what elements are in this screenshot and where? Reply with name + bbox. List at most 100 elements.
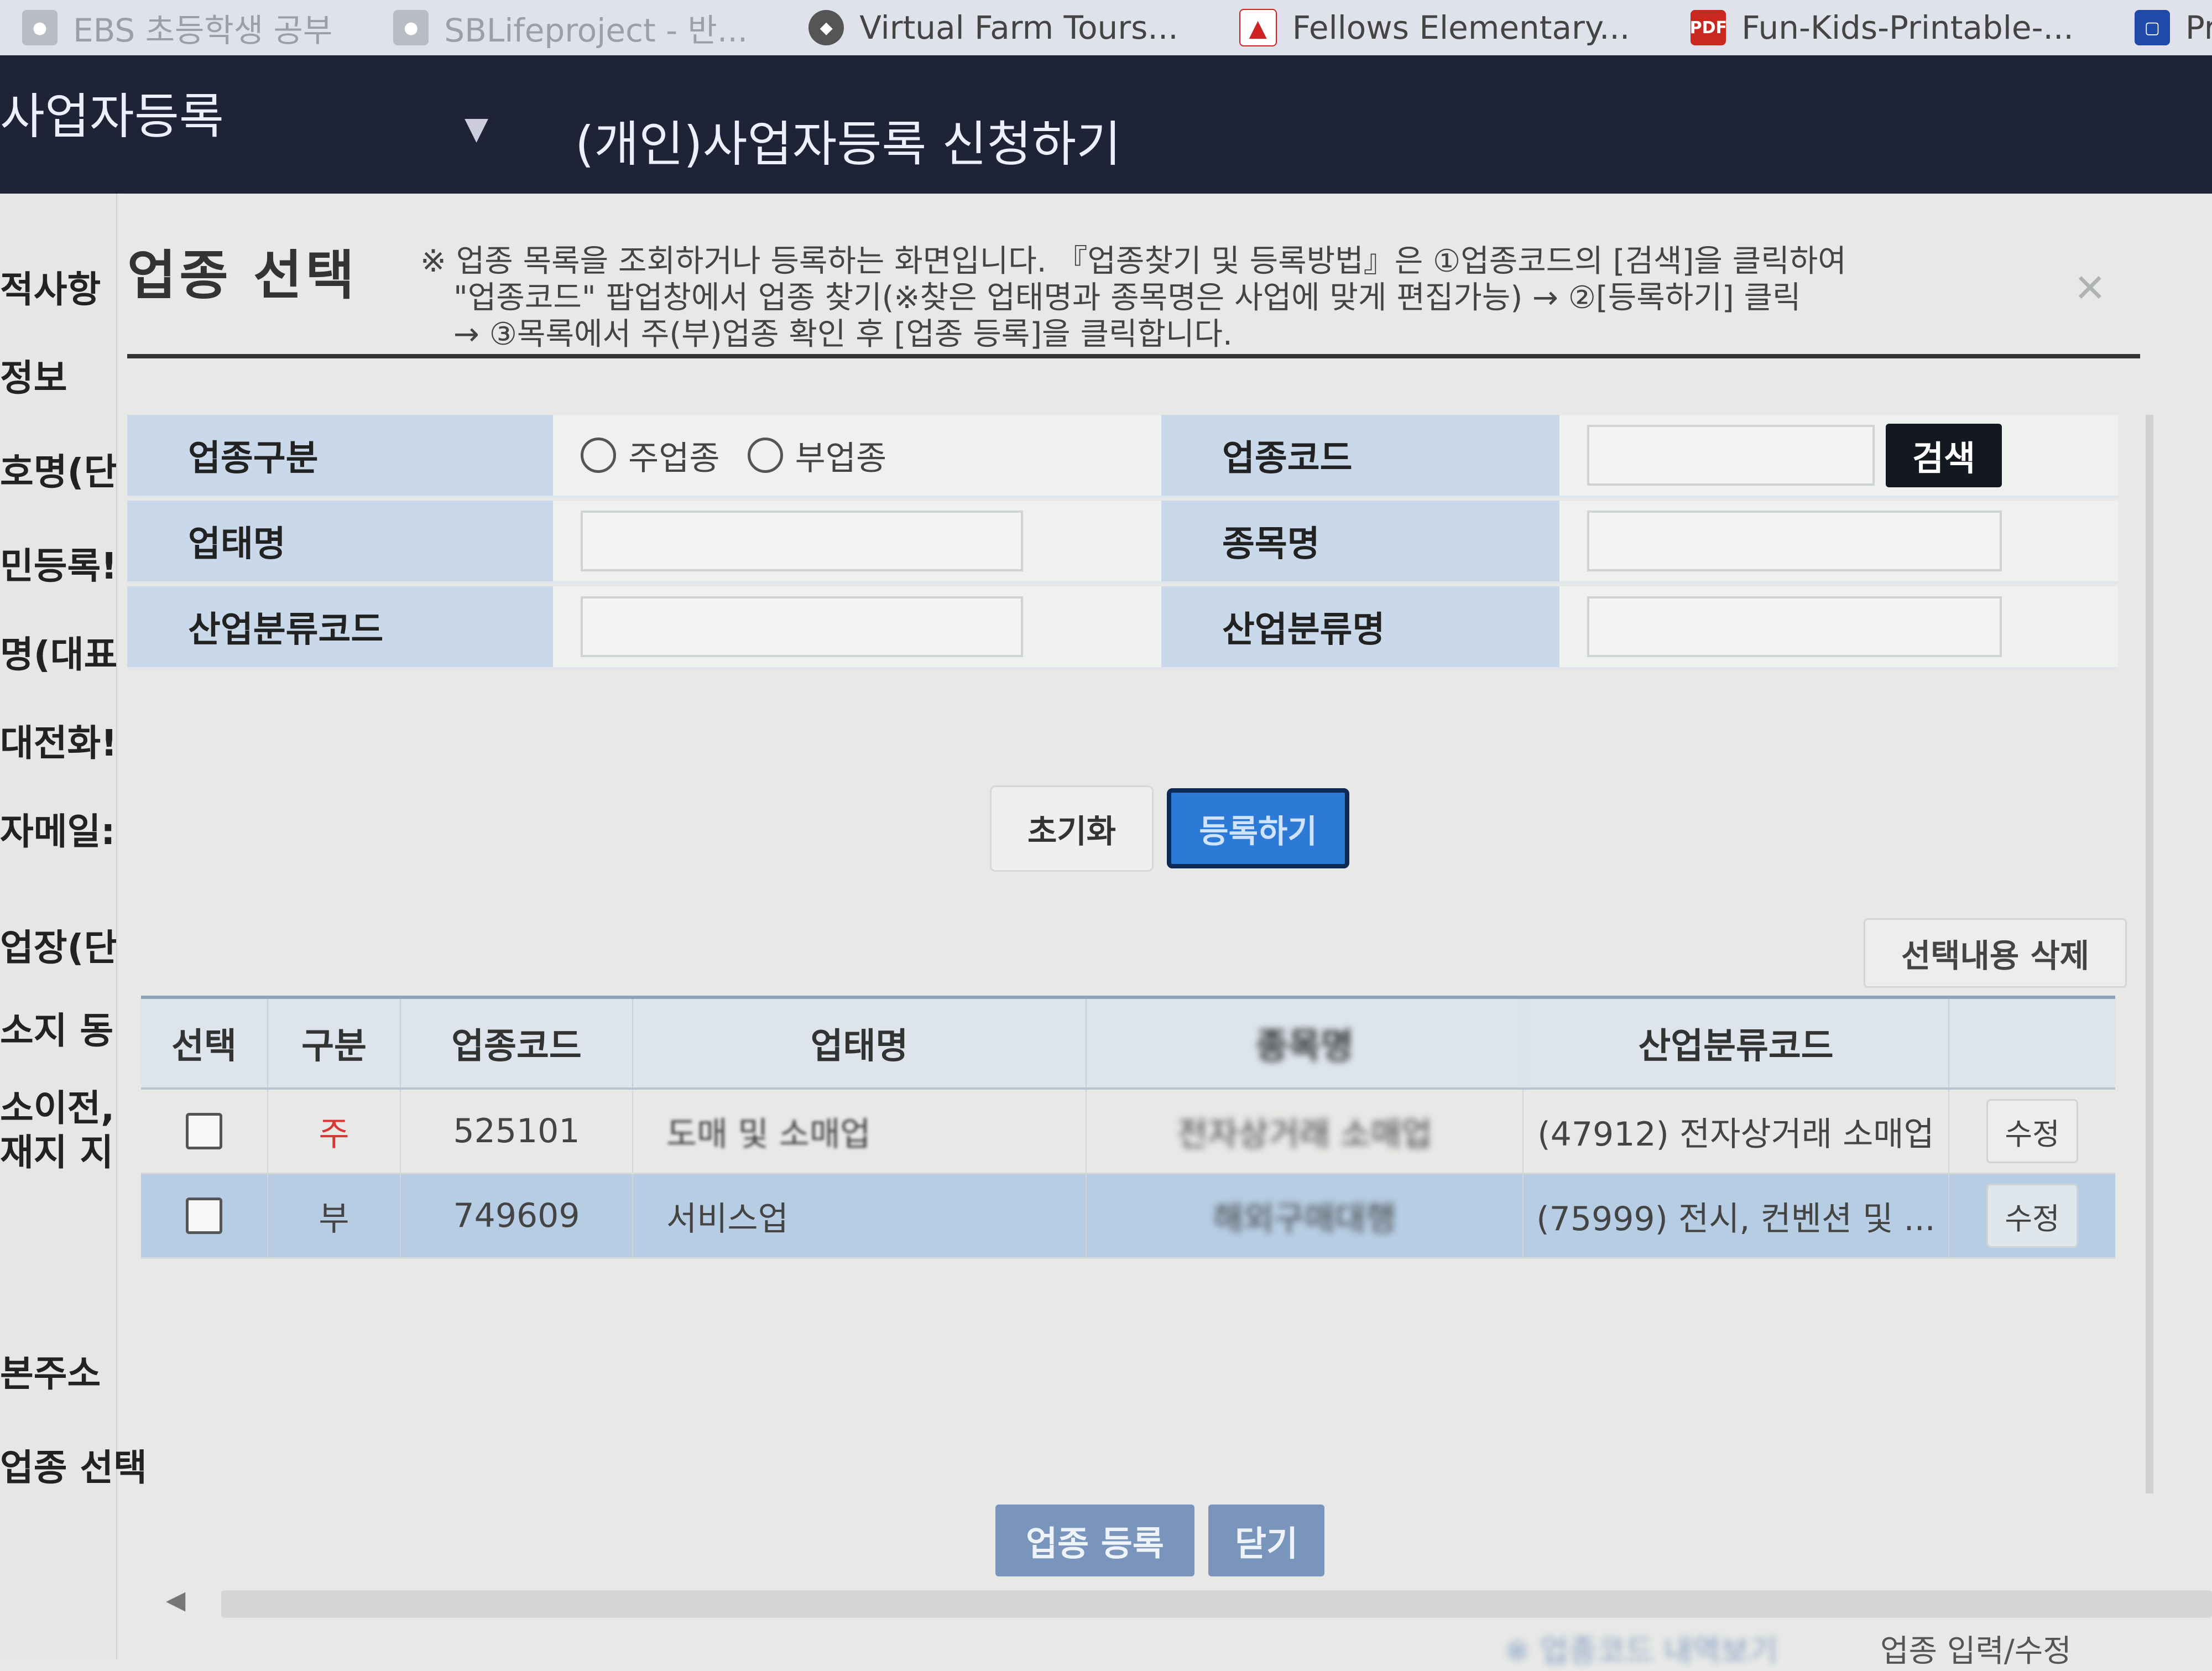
dialog-instructions: ※ 업종 목록을 조회하거나 등록하는 화면입니다. 『업종찾기 및 등록방법』… (420, 243, 1846, 353)
note-line: ※ 업종 목록을 조회하거나 등록하는 화면입니다. 『업종찾기 및 등록방법』… (420, 243, 1846, 279)
bookmark-2[interactable]: ● SBLifeproject - 반... (393, 4, 748, 51)
search-button[interactable]: 검색 (1886, 423, 2002, 487)
industry-form: 업종구분 주업종 부업종 업종코드 검색 업태명 종목명 산업분류코드 산업분류… (127, 415, 2118, 669)
industry-select-dialog: 업종 선택 ※ 업종 목록을 조회하거나 등록하는 화면입니다. 『업종찾기 및… (122, 194, 2212, 1669)
business-type-input[interactable] (581, 511, 1023, 571)
leftnav-item: 자메일: (0, 810, 116, 853)
globe-icon: ● (22, 10, 58, 45)
close-icon[interactable]: ✕ (2074, 266, 2106, 311)
col-edit (1949, 999, 2115, 1087)
radio-sub-type[interactable]: 부업종 (747, 431, 886, 480)
globe-icon: ● (393, 10, 429, 45)
reset-button[interactable]: 초기화 (990, 785, 1154, 872)
industry-code-cell (553, 586, 1161, 669)
row-business-text: 도매 및 소매업 (666, 1115, 871, 1154)
pdf-icon: PDF (1690, 10, 1727, 45)
industry-table: 선택 구분 업종코드 업태명 종목명 산업분류코드 주 525101 도매 및 … (141, 996, 2115, 1259)
bookmark-5[interactable]: PDF Fun-Kids-Printable-... (1690, 9, 2074, 46)
edit-button[interactable]: 수정 (1986, 1184, 2078, 1248)
row-select-cell (141, 1174, 268, 1257)
scroll-left-icon[interactable]: ◀ (166, 1585, 185, 1615)
row-type: 부 (268, 1174, 401, 1257)
row-item-text: 전자상거래 소매업 (1177, 1115, 1432, 1154)
triangle-logo-icon: ▲ (1239, 9, 1277, 46)
col-item: 종목명 (1087, 999, 1524, 1087)
dialog-title: 업종 선택 (127, 244, 358, 306)
industry-code-label: 산업분류코드 (127, 586, 553, 669)
register-button[interactable]: 등록하기 (1167, 788, 1349, 868)
leftnav-item: 호명(단 (0, 451, 117, 493)
horizontal-scrollbar[interactable]: ◀ (166, 1585, 2212, 1618)
leftnav-item: 업장(단) (0, 926, 117, 969)
edit-button[interactable]: 수정 (1986, 1099, 2078, 1163)
bookmark-label: Virtual Farm Tours... (859, 9, 1178, 46)
row-industry: (75999) 전시, 컨벤션 및 ... (1524, 1174, 1949, 1257)
radio-circle[interactable] (747, 438, 783, 473)
industry-code-input[interactable] (581, 596, 1023, 657)
bookmark-label: Fun-Kids-Printable-... (1741, 9, 2074, 46)
row-code: 749609 (401, 1174, 633, 1257)
bookmark-label: Printab (2185, 9, 2212, 46)
code-label: 업종코드 (1161, 415, 1559, 498)
row-checkbox[interactable] (186, 1198, 222, 1234)
table-row[interactable]: 주 525101 도매 및 소매업 전자상거래 소매업 (47912) 전자상거… (141, 1090, 2115, 1174)
bookmarks-bar: ● EBS 초등학생 공부 ● SBLifeproject - 반... ◆ V… (0, 0, 2212, 56)
col-select: 선택 (141, 999, 268, 1087)
code-field-cell: 검색 (1559, 415, 2118, 498)
radio-main-type[interactable]: 주업종 (581, 431, 720, 480)
bookmark-label: Fellows Elementary... (1292, 9, 1630, 46)
row-item-text: 해외구매대행 (1213, 1199, 1396, 1238)
col-industry: 산업분류코드 (1524, 999, 1949, 1087)
bookmark-3[interactable]: ◆ Virtual Farm Tours... (808, 9, 1178, 46)
col-type: 구분 (268, 999, 401, 1087)
row-type: 주 (268, 1090, 401, 1173)
radio-label: 주업종 (628, 439, 720, 478)
item-cell (1559, 501, 2118, 584)
menu-title[interactable]: 사업자등록 (0, 77, 224, 148)
row-edit-cell: 수정 (1949, 1174, 2115, 1257)
footer-link[interactable]: ※ 업종코드 내역보기 (1504, 1626, 1778, 1671)
leftnav-item: 소지 동 (0, 1009, 114, 1052)
leftnav-item: 명(대표 (0, 633, 117, 676)
leftnav-item: 적사항 (0, 268, 101, 311)
leftnav-item: 본주소 (0, 1352, 101, 1395)
item-input[interactable] (1587, 511, 2002, 571)
row-item: 전자상거래 소매업 (1087, 1090, 1524, 1173)
col-business: 업태명 (633, 999, 1087, 1087)
page-header: 사업자등록 ▼ (개인)사업자등록 신청하기 (0, 55, 2212, 194)
business-type-label: 업태명 (127, 501, 553, 584)
bookmark-1[interactable]: ● EBS 초등학생 공부 (22, 4, 332, 51)
table-row[interactable]: 부 749609 서비스업 해외구매대행 (75999) 전시, 컨벤션 및 .… (141, 1174, 2115, 1259)
chat-icon: ▢ (2134, 10, 2170, 45)
vertical-scrollbar[interactable] (2146, 415, 2153, 1493)
delete-selected-button[interactable]: 선택내용 삭제 (1864, 918, 2127, 988)
row-edit-cell: 수정 (1949, 1090, 2115, 1173)
industry-name-label: 산업분류명 (1161, 586, 1559, 669)
row-industry: (47912) 전자상거래 소매업 (1524, 1090, 1949, 1173)
bookmark-4[interactable]: ▲ Fellows Elementary... (1239, 9, 1630, 46)
type-radio-group: 주업종 부업종 (553, 415, 1161, 498)
row-item: 해외구매대행 (1087, 1174, 1524, 1257)
leftnav-item: 민등록! (0, 545, 117, 587)
footer-label: 업종 입력/수정 (1880, 1633, 2072, 1669)
cow-icon: ◆ (808, 10, 844, 45)
note-line: → ③목록에서 주(부)업종 확인 후 [업종 등록]을 클릭합니다. (453, 316, 1233, 352)
code-input[interactable] (1587, 425, 1875, 486)
close-button[interactable]: 닫기 (1208, 1505, 1324, 1576)
radio-circle[interactable] (581, 438, 616, 473)
page-title: (개인)사업자등록 신청하기 (575, 116, 1121, 173)
industry-register-button[interactable]: 업종 등록 (995, 1505, 1194, 1576)
row-select-cell (141, 1090, 268, 1173)
industry-name-cell (1559, 586, 2118, 669)
bookmark-label: SBLifeproject - 반... (444, 12, 748, 49)
chevron-down-icon[interactable]: ▼ (465, 111, 488, 147)
leftnav-bottom-label: 업종 선택 (0, 1446, 147, 1489)
row-checkbox[interactable] (186, 1113, 222, 1149)
row-code: 525101 (401, 1090, 633, 1173)
bookmark-6[interactable]: ▢ Printab (2134, 9, 2212, 46)
table-header: 선택 구분 업종코드 업태명 종목명 산업분류코드 (141, 996, 2115, 1090)
leftnav-item: 재지 지 (0, 1131, 114, 1174)
col-code: 업종코드 (401, 999, 633, 1087)
item-label: 종목명 (1161, 501, 1559, 584)
industry-name-input[interactable] (1587, 596, 2002, 657)
